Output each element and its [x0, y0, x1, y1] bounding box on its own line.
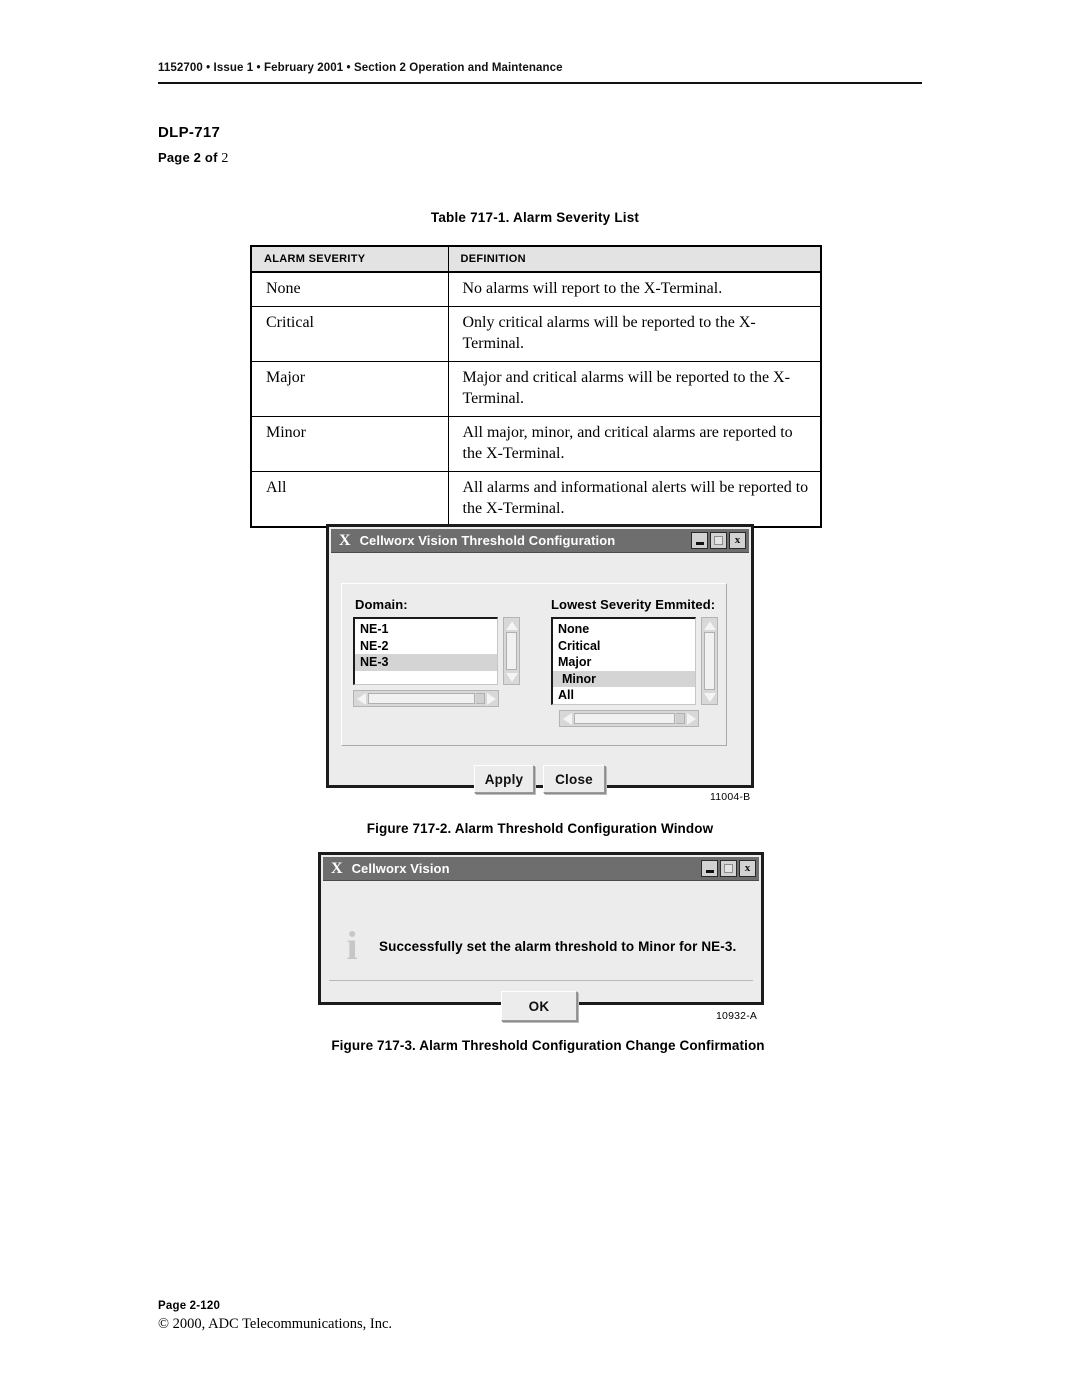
title-bar[interactable]: X Cellworx Vision x: [323, 857, 759, 881]
threshold-configuration-window[interactable]: X Cellworx Vision Threshold Configuratio…: [326, 524, 754, 793]
list-item[interactable]: None: [553, 621, 695, 638]
scroll-thumb[interactable]: [574, 713, 675, 724]
table-row: Critical Only critical alarms will be re…: [250, 306, 822, 363]
scroll-thumb[interactable]: [704, 632, 715, 690]
figure-2-id-label: 10932-A: [716, 1010, 758, 1022]
maximize-icon[interactable]: [710, 532, 727, 549]
page-of-value: 2: [221, 151, 229, 166]
list-item[interactable]: NE-2: [355, 638, 497, 655]
list-item[interactable]: All: [553, 687, 695, 704]
list-item-selected[interactable]: Minor: [553, 670, 695, 687]
dlp-title-block: DLP-717 Page 2 of 2: [158, 124, 229, 167]
table-row: None No alarms will report to the X-Term…: [250, 271, 822, 308]
cell-severity: Major: [250, 361, 449, 418]
x-window-icon: X: [331, 859, 343, 877]
info-icon: i: [346, 923, 358, 968]
dialog-separator: [329, 980, 753, 981]
page-title: DLP-717: [158, 124, 221, 141]
severity-horizontal-scrollbar[interactable]: [559, 710, 699, 727]
maximize-icon[interactable]: [720, 860, 737, 877]
severity-vertical-scrollbar[interactable]: [701, 617, 718, 705]
window-controls[interactable]: x: [691, 532, 746, 549]
page-footer: Page 2-120 © 2000, ADC Telecommunication…: [158, 1300, 392, 1333]
scroll-track[interactable]: [573, 712, 685, 725]
list-item[interactable]: NE-1: [355, 621, 497, 638]
cell-definition: All alarms and informational alerts will…: [447, 471, 822, 528]
minimize-icon[interactable]: [701, 860, 718, 877]
list-item-selected[interactable]: NE-3: [355, 654, 497, 671]
cell-definition: Only critical alarms will be reported to…: [447, 306, 822, 363]
column-header-alarm-severity: ALARM SEVERITY: [250, 245, 449, 273]
close-icon[interactable]: x: [729, 532, 746, 549]
scroll-down-icon[interactable]: [505, 671, 518, 684]
confirmation-dialog-window[interactable]: X Cellworx Vision x i Successfully set t…: [318, 852, 764, 1021]
scroll-thumb[interactable]: [506, 632, 517, 670]
cell-severity: All: [250, 471, 449, 528]
cell-definition: No alarms will report to the X-Terminal.: [447, 271, 822, 308]
scroll-up-icon[interactable]: [505, 618, 518, 631]
figure-1-caption: Figure 717-2. Alarm Threshold Configurat…: [366, 821, 714, 836]
scroll-track-end: [476, 693, 485, 704]
domain-vertical-scrollbar[interactable]: [503, 617, 520, 685]
window-controls[interactable]: x: [701, 860, 756, 877]
domain-label: Domain:: [355, 597, 408, 612]
list-item[interactable]: Major: [553, 654, 695, 671]
severity-label: Lowest Severity Emmited:: [551, 597, 716, 612]
confirmation-message: Successfully set the alarm threshold to …: [379, 938, 737, 954]
scroll-track-end: [676, 713, 685, 724]
apply-button[interactable]: Apply: [474, 765, 534, 793]
x-window-icon: X: [339, 531, 351, 549]
footer-copyright: © 2000, ADC Telecommunications, Inc.: [158, 1316, 393, 1332]
header-divider: [158, 82, 922, 84]
document-header-text: 1152700 • Issue 1 • February 2001 • Sect…: [158, 62, 563, 74]
severity-listbox[interactable]: None Critical Major Minor All: [551, 617, 696, 705]
scroll-left-icon[interactable]: [560, 712, 573, 725]
table-row: All All alarms and informational alerts …: [250, 471, 822, 528]
message-row: i Successfully set the alarm threshold t…: [321, 915, 761, 977]
list-item[interactable]: Critical: [553, 638, 695, 655]
domain-horizontal-scrollbar[interactable]: [353, 690, 499, 707]
table-row: Minor All major, minor, and critical ala…: [250, 416, 822, 473]
table-caption: Table 717-1. Alarm Severity List: [430, 210, 640, 225]
scroll-down-icon[interactable]: [703, 691, 716, 704]
close-icon[interactable]: x: [739, 860, 756, 877]
scroll-track[interactable]: [367, 692, 485, 705]
window-body: Domain: NE-1 NE-2 NE-3 Lowest Severity E…: [329, 553, 751, 811]
table-header-row: ALARM SEVERITY DEFINITION: [250, 245, 822, 273]
minimize-icon[interactable]: [691, 532, 708, 549]
cell-severity: Critical: [250, 306, 449, 363]
close-button[interactable]: Close: [543, 765, 605, 793]
page-header: 1152700 • Issue 1 • February 2001 • Sect…: [158, 62, 922, 84]
scroll-up-icon[interactable]: [703, 618, 716, 631]
domain-listbox[interactable]: NE-1 NE-2 NE-3: [353, 617, 498, 685]
page-of-indicator: Page 2 of 2: [158, 150, 229, 167]
cell-definition: All major, minor, and critical alarms ar…: [447, 416, 822, 473]
cell-definition: Major and critical alarms will be report…: [447, 361, 822, 418]
scroll-thumb[interactable]: [368, 693, 475, 704]
scroll-right-icon[interactable]: [685, 712, 698, 725]
page-of-label: Page 2 of: [158, 150, 218, 165]
figure-1-id-label: 11004-B: [710, 791, 751, 803]
dialog-body: i Successfully set the alarm threshold t…: [321, 881, 761, 1028]
figure-2-caption: Figure 717-3. Alarm Threshold Configurat…: [331, 1038, 765, 1053]
scroll-left-icon[interactable]: [354, 692, 367, 705]
table-row: Major Major and critical alarms will be …: [250, 361, 822, 418]
title-bar[interactable]: X Cellworx Vision Threshold Configuratio…: [331, 529, 749, 553]
cell-severity: None: [250, 271, 449, 308]
cell-severity: Minor: [250, 416, 449, 473]
scroll-right-icon[interactable]: [485, 692, 498, 705]
window-title: Cellworx Vision Threshold Configuration: [359, 533, 616, 548]
column-header-definition: DEFINITION: [447, 245, 822, 273]
footer-page-number: Page 2-120: [158, 1300, 221, 1312]
window-title: Cellworx Vision: [351, 861, 450, 876]
ok-button[interactable]: OK: [501, 991, 577, 1021]
alarm-severity-table: ALARM SEVERITY DEFINITION None No alarms…: [250, 245, 822, 529]
